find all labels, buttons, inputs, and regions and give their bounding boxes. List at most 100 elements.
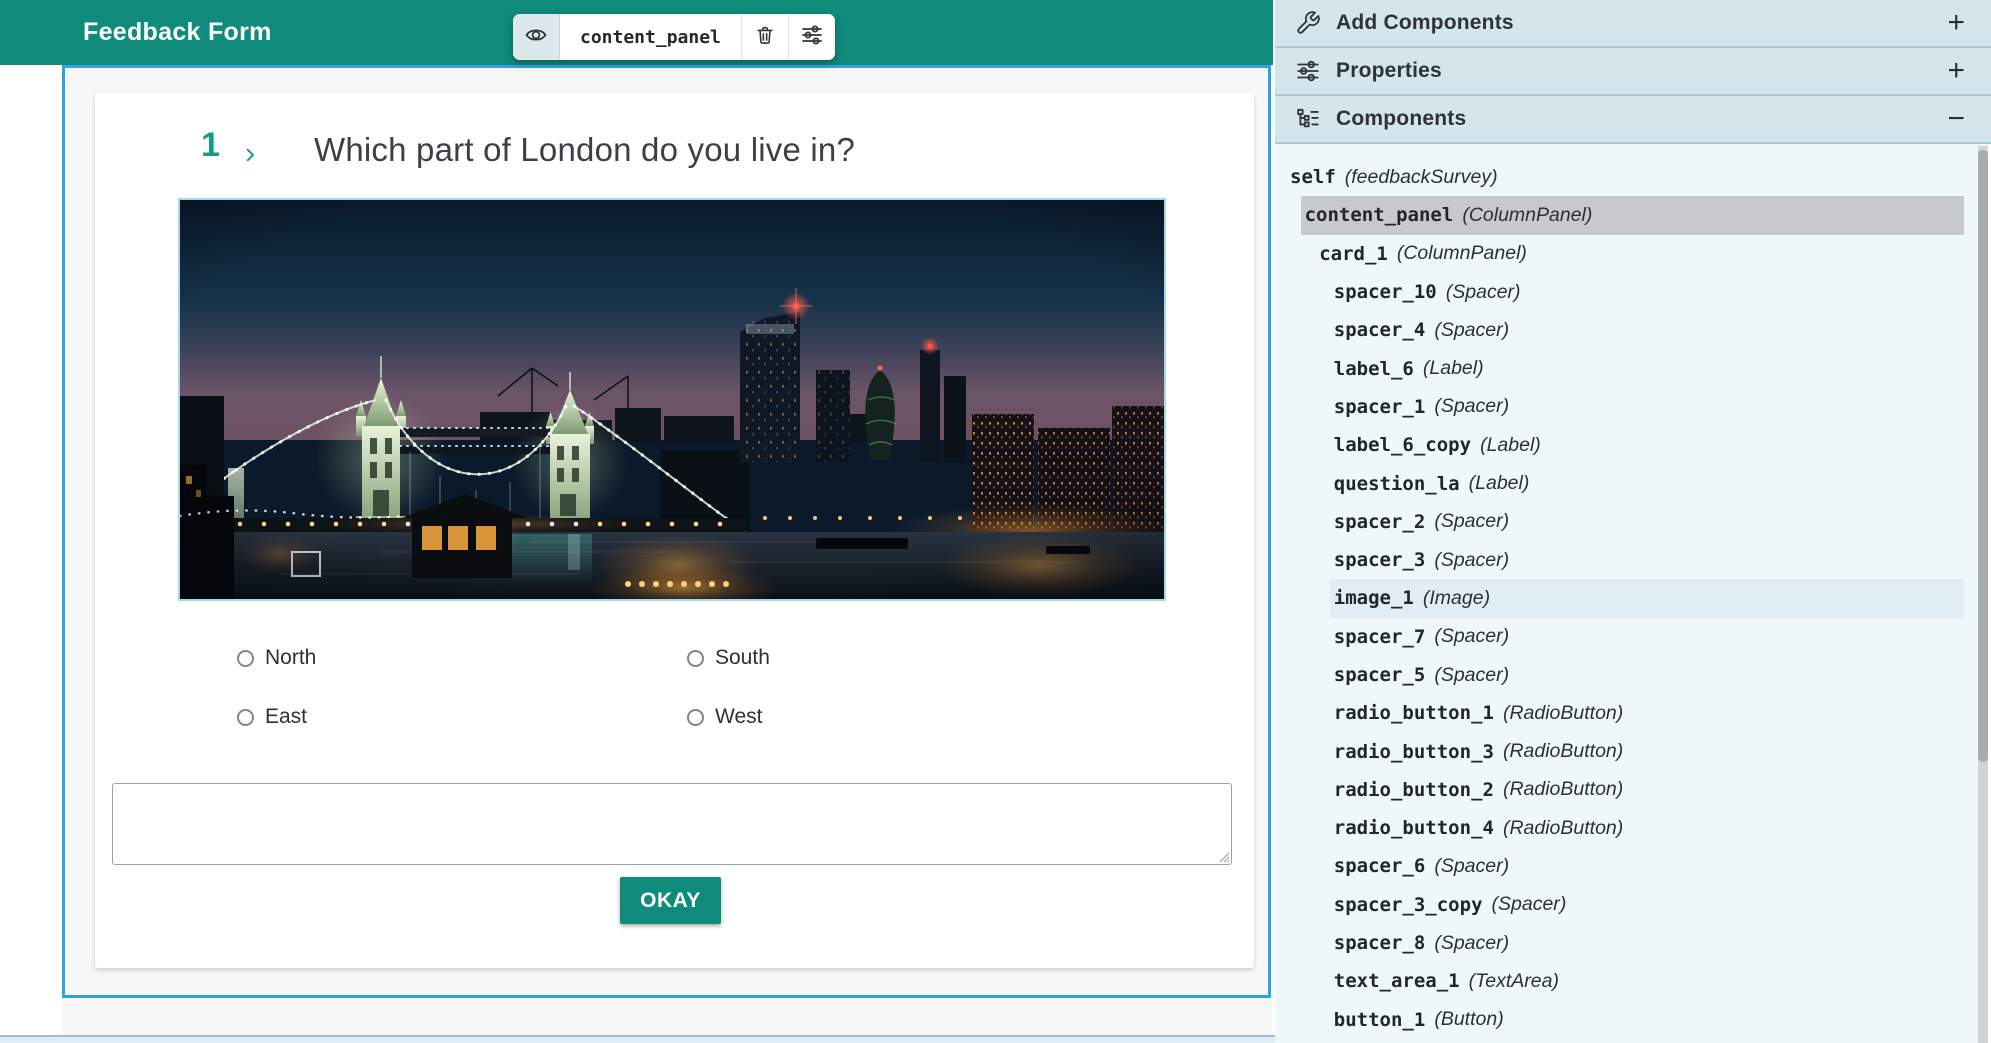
radio-label: South <box>715 646 770 670</box>
component-tree-row[interactable]: text_area_1 TextArea <box>1330 962 1964 1000</box>
sliders-icon <box>800 23 824 52</box>
component-name: text_area_1 <box>1334 970 1460 992</box>
question-number-label[interactable]: 1 <box>201 126 220 165</box>
expand-plus-icon[interactable]: + <box>1947 8 1965 38</box>
component-name: spacer_3_copy <box>1334 894 1483 916</box>
component-name: self <box>1290 166 1336 188</box>
section-label: Add Components <box>1336 11 1514 35</box>
section-add-components[interactable]: Add Components + <box>1275 0 1991 48</box>
component-name: label_6_copy <box>1334 434 1471 456</box>
component-tree-row[interactable]: spacer_10 Spacer <box>1330 273 1964 311</box>
component-tree-row[interactable]: spacer_1 Spacer <box>1330 388 1964 426</box>
sliders-icon <box>1295 58 1321 84</box>
scrollbar-thumb[interactable] <box>1978 150 1988 762</box>
component-type: RadioButton <box>1503 817 1623 840</box>
component-tree-row[interactable]: radio_button_4 RadioButton <box>1330 809 1964 847</box>
right-sidebar: Add Components + Properties + Components… <box>1275 0 1991 1043</box>
component-type: Spacer <box>1492 893 1567 916</box>
free-text-area[interactable] <box>112 783 1232 865</box>
component-type: Spacer <box>1434 510 1509 533</box>
component-tree-row[interactable]: spacer_5 Spacer <box>1330 656 1964 694</box>
radio-circle-icon[interactable] <box>237 709 254 726</box>
component-name: spacer_4 <box>1334 319 1426 341</box>
component-type: Spacer <box>1446 281 1521 304</box>
component-tree-row[interactable]: spacer_2 Spacer <box>1330 503 1964 541</box>
question-label[interactable]: Which part of London do you live in? <box>314 131 855 169</box>
component-toolbar: content_panel <box>513 14 835 60</box>
component-name: content_panel <box>1305 204 1454 226</box>
expand-plus-icon[interactable]: + <box>1947 56 1965 86</box>
component-type: RadioButton <box>1503 702 1623 725</box>
component-tree-row[interactable]: radio_button_1 RadioButton <box>1330 694 1964 732</box>
radio-label: East <box>265 705 307 729</box>
component-tree-row[interactable]: button_1 Button <box>1330 1001 1964 1039</box>
delete-component-button[interactable] <box>742 14 788 60</box>
component-name: card_1 <box>1319 243 1388 265</box>
component-name: spacer_5 <box>1334 664 1426 686</box>
component-type: Button <box>1434 1008 1503 1031</box>
radio-circle-icon[interactable] <box>687 650 704 667</box>
component-name: spacer_2 <box>1334 511 1426 533</box>
component-type: Spacer <box>1434 855 1509 878</box>
component-tree-row[interactable]: image_1 Image <box>1330 579 1964 617</box>
component-type: Spacer <box>1434 664 1509 687</box>
component-tree-row[interactable]: spacer_3_copy Spacer <box>1330 886 1964 924</box>
component-tree-row[interactable]: spacer_7 Spacer <box>1330 618 1964 656</box>
component-tree-row[interactable]: content_panel ColumnPanel <box>1301 196 1964 234</box>
radio-option-1[interactable]: North <box>237 646 316 670</box>
radio-circle-icon[interactable] <box>237 650 254 667</box>
radio-option-4[interactable]: West <box>687 705 762 729</box>
collapse-minus-icon[interactable]: − <box>1947 104 1965 134</box>
component-type: feedbackSurvey <box>1345 166 1498 189</box>
okay-button[interactable]: OKAY <box>620 877 721 924</box>
radio-label: West <box>715 705 762 729</box>
wrench-icon <box>1295 10 1321 36</box>
visibility-button[interactable] <box>513 14 560 60</box>
component-type: Image <box>1423 587 1490 610</box>
component-type: Spacer <box>1434 625 1509 648</box>
component-tree-row[interactable]: label_6_copy Label <box>1330 426 1964 464</box>
component-name: radio_button_4 <box>1334 817 1494 839</box>
component-tree-row[interactable]: radio_button_3 RadioButton <box>1330 732 1964 770</box>
component-type: Spacer <box>1434 395 1509 418</box>
london-image[interactable] <box>178 198 1166 601</box>
component-tree-row[interactable]: spacer_4 Spacer <box>1330 311 1964 349</box>
section-components[interactable]: Components − <box>1275 96 1991 144</box>
app-title: Feedback Form <box>83 18 272 47</box>
component-name: spacer_6 <box>1334 855 1426 877</box>
component-name: spacer_8 <box>1334 932 1426 954</box>
component-name: spacer_3 <box>1334 549 1426 571</box>
component-tree-row[interactable]: label_6 Label <box>1330 349 1964 387</box>
component-tree: self feedbackSurvey content_panel Column… <box>1275 144 1991 1043</box>
radio-circle-icon[interactable] <box>687 709 704 726</box>
component-name: question_la <box>1334 473 1460 495</box>
component-name: spacer_10 <box>1334 281 1437 303</box>
survey-card[interactable]: 1 Which part of London do you live in? <box>95 93 1254 968</box>
component-tree-row[interactable]: self feedbackSurvey <box>1286 158 1964 196</box>
component-tree-row[interactable]: spacer_6 Spacer <box>1330 847 1964 885</box>
component-type: TextArea <box>1469 970 1559 993</box>
component-type: ColumnPanel <box>1462 204 1592 227</box>
section-label: Components <box>1336 107 1466 131</box>
bottom-panel-strip <box>0 1035 1275 1043</box>
component-tree-row[interactable]: question_la Label <box>1330 464 1964 502</box>
component-tree-row[interactable]: card_1 ColumnPanel <box>1315 235 1964 273</box>
component-tree-row[interactable]: radio_button_2 RadioButton <box>1330 771 1964 809</box>
component-type: Spacer <box>1434 549 1509 572</box>
resize-grip-icon[interactable] <box>1217 850 1230 863</box>
radio-option-3[interactable]: East <box>237 705 307 729</box>
component-tree-row[interactable]: spacer_8 Spacer <box>1330 924 1964 962</box>
component-type: RadioButton <box>1503 740 1623 763</box>
component-tree-row[interactable]: spacer_3 Spacer <box>1330 541 1964 579</box>
editor-canvas: Feedback Form content_panel 1 Which <box>0 0 1275 1043</box>
component-properties-button[interactable] <box>789 14 835 60</box>
section-properties[interactable]: Properties + <box>1275 48 1991 96</box>
chevron-right-icon <box>241 146 259 164</box>
component-type: ColumnPanel <box>1397 242 1527 265</box>
eye-icon <box>524 23 548 52</box>
radio-label: North <box>265 646 316 670</box>
component-type: Spacer <box>1434 932 1509 955</box>
tree-icon <box>1295 106 1321 132</box>
selected-component-name[interactable]: content_panel <box>560 14 741 60</box>
radio-option-2[interactable]: South <box>687 646 770 670</box>
